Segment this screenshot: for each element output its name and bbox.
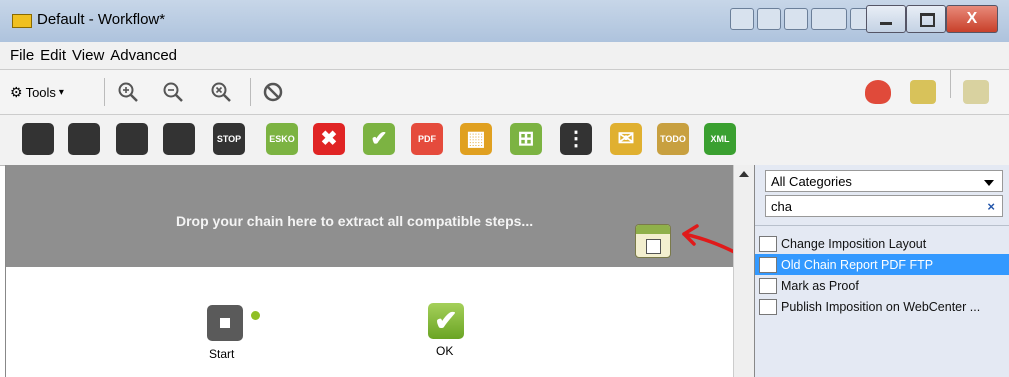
step-search-input[interactable]: cha × <box>765 195 1003 217</box>
window-title: Default - Workflow* <box>37 11 166 28</box>
dragged-chain-icon[interactable] <box>635 224 671 258</box>
step-type-icon <box>759 235 777 252</box>
toolbar-divider <box>950 70 951 98</box>
list-step-icon[interactable] <box>116 123 148 155</box>
step-list-item[interactable]: Mark as Proof <box>755 275 1009 296</box>
step-list-item-label: Mark as Proof <box>781 278 859 293</box>
start-node-icon <box>220 318 230 328</box>
branch-step-icon[interactable]: ⋮ <box>560 123 592 155</box>
chain-step-icon[interactable]: ⊞ <box>510 123 542 155</box>
maximize-icon <box>920 13 935 27</box>
toolbar-divider <box>250 78 251 106</box>
ok-node[interactable]: ✔ <box>428 303 464 339</box>
menu-file[interactable]: File <box>10 47 34 64</box>
step-list-item-label: Old Chain Report PDF FTP <box>781 257 934 272</box>
tools-label: Tools <box>25 85 56 100</box>
zoom-reset-icon[interactable] <box>210 81 232 103</box>
title-bar: Default - Workflow* X <box>0 0 1009 43</box>
search-value: cha <box>771 199 792 214</box>
step-list-item[interactable]: Change Imposition Layout <box>755 233 1009 254</box>
tray-icon[interactable] <box>757 8 781 30</box>
category-value: All Categories <box>771 174 852 189</box>
start-node[interactable] <box>207 305 243 341</box>
imposition-step-icon[interactable]: ▦ <box>460 123 492 155</box>
toolbar-divider <box>104 78 105 106</box>
system-tray-buttons <box>730 8 874 30</box>
stop-step-icon[interactable]: STOP <box>213 123 245 155</box>
gear-icon: ⚙ <box>10 84 23 100</box>
minimize-icon <box>880 22 892 25</box>
list-alt-step-icon[interactable] <box>163 123 195 155</box>
zoom-out-icon[interactable] <box>162 81 184 103</box>
ok-step-icon[interactable]: ✔ <box>363 123 395 155</box>
step-type-icon <box>759 256 777 273</box>
app-icon <box>12 14 32 28</box>
step-list-item-label: Publish Imposition on WebCenter ... <box>781 299 981 314</box>
ticket-icon[interactable] <box>963 80 989 104</box>
main-toolbar: ⚙ Tools ▾ <box>0 70 1009 115</box>
menu-advanced[interactable]: Advanced <box>110 47 177 64</box>
close-button[interactable]: X <box>946 5 998 33</box>
tray-icon[interactable] <box>784 8 808 30</box>
drop-zone-text: Drop your chain here to extract all comp… <box>176 213 534 229</box>
check-icon: ✔ <box>434 305 458 336</box>
step-list-item-label: Change Imposition Layout <box>781 236 927 251</box>
clear-search-icon[interactable]: × <box>987 196 995 218</box>
chevron-down-icon: ▾ <box>58 87 64 98</box>
no-entry-icon[interactable] <box>262 81 284 103</box>
step-list-item[interactable]: Publish Imposition on WebCenter ... <box>755 296 1009 317</box>
menu-view[interactable]: View <box>72 47 104 64</box>
zoom-in-icon[interactable] <box>117 81 139 103</box>
chevron-down-icon <box>984 180 994 186</box>
favorite-heart-icon[interactable] <box>865 80 891 104</box>
menu-edit[interactable]: Edit <box>40 47 66 64</box>
maximize-button[interactable] <box>906 5 946 33</box>
tag-step-icon[interactable] <box>22 123 54 155</box>
todo-step-icon[interactable]: TODO <box>657 123 689 155</box>
add-favorite-icon[interactable] <box>910 80 936 104</box>
mail-step-icon[interactable]: ✉ <box>610 123 642 155</box>
esko-step-icon[interactable]: ESKO <box>266 123 298 155</box>
chain-drop-zone[interactable]: Drop your chain here to extract all comp… <box>6 165 734 267</box>
step-type-icon <box>759 277 777 294</box>
xml-step-icon[interactable]: XML <box>704 123 736 155</box>
tools-menu-button[interactable]: ⚙ Tools ▾ <box>10 84 64 101</box>
start-node-status-dot <box>251 311 260 320</box>
step-library-panel: All Categories cha × Change Imposition L… <box>754 165 1009 377</box>
pdf-step-icon[interactable]: PDF <box>411 123 443 155</box>
canvas-scrollbar[interactable] <box>733 165 755 377</box>
tag-edit-step-icon[interactable] <box>68 123 100 155</box>
step-palette: STOP ESKO ✖ ✔ PDF ▦ ⊞ ⋮ ✉ TODO XML <box>0 115 1009 166</box>
scroll-up-icon[interactable] <box>739 171 749 177</box>
menu-bar: File Edit View Advanced <box>0 42 1009 70</box>
minimize-button[interactable] <box>866 5 906 33</box>
ok-node-label: OK <box>436 344 454 358</box>
panel-divider <box>755 225 1009 226</box>
workflow-canvas[interactable]: Drop your chain here to extract all comp… <box>5 165 734 377</box>
step-result-list: Change Imposition Layout Old Chain Report… <box>755 233 1009 317</box>
step-type-icon <box>759 298 777 315</box>
step-list-item[interactable]: Old Chain Report PDF FTP <box>755 254 1009 275</box>
cancel-step-icon[interactable]: ✖ <box>313 123 345 155</box>
category-select[interactable]: All Categories <box>765 170 1003 192</box>
tray-icon[interactable] <box>730 8 754 30</box>
start-node-label: Start <box>209 347 235 361</box>
tray-icon[interactable] <box>811 8 847 30</box>
